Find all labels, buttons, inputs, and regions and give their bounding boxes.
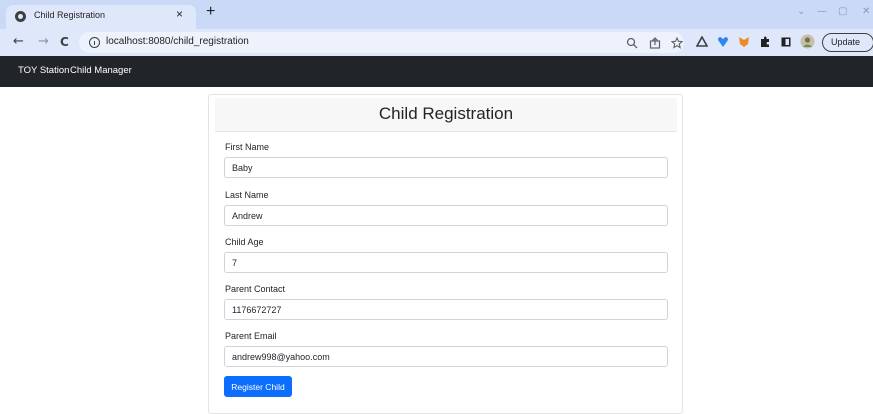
search-icon[interactable] bbox=[626, 37, 638, 49]
child-age-label: Child Age bbox=[225, 237, 264, 247]
navbar-brand[interactable]: TOY Station bbox=[18, 65, 69, 76]
nav-link-child-manager[interactable]: Child Manager bbox=[70, 65, 132, 76]
tab-search-icon[interactable]: ⌄ bbox=[797, 6, 805, 17]
forward-icon[interactable]: → bbox=[38, 34, 49, 50]
child-age-field[interactable] bbox=[224, 252, 668, 273]
registration-card: Child Registration First Name Last Name … bbox=[208, 94, 683, 414]
last-name-field[interactable] bbox=[224, 205, 668, 226]
parent-email-field[interactable] bbox=[224, 346, 668, 367]
update-label: Update bbox=[831, 37, 861, 47]
new-tab-icon[interactable]: + bbox=[206, 3, 215, 21]
fox-extension-icon[interactable] bbox=[738, 36, 750, 48]
browser-tab[interactable]: Child Registration × bbox=[6, 5, 196, 29]
url-text[interactable]: localhost:8080/child_registration bbox=[106, 36, 249, 47]
first-name-field[interactable] bbox=[224, 157, 668, 178]
heart-extension-icon[interactable] bbox=[717, 36, 729, 48]
minimize-icon[interactable]: — bbox=[817, 6, 827, 17]
parent-contact-field[interactable] bbox=[224, 299, 668, 320]
browser-toolbar: ← → C localhost:8080/child_registration … bbox=[0, 29, 873, 56]
star-icon[interactable] bbox=[671, 37, 683, 49]
parent-contact-label: Parent Contact bbox=[225, 284, 286, 294]
globe-icon bbox=[15, 11, 26, 22]
parent-email-label: Parent Email bbox=[225, 331, 277, 341]
sidepanel-icon[interactable] bbox=[780, 36, 792, 48]
avatar-icon[interactable] bbox=[800, 34, 815, 49]
back-icon[interactable]: ← bbox=[13, 34, 24, 50]
first-name-label: First Name bbox=[225, 142, 270, 152]
browser-tab-bar: Child Registration × + ⌄ — ▢ ✕ bbox=[0, 0, 873, 29]
card-header: Child Registration bbox=[215, 98, 677, 132]
register-child-button[interactable]: Register Child bbox=[224, 376, 292, 397]
close-window-icon[interactable]: ✕ bbox=[862, 6, 870, 17]
triangle-extension-icon[interactable] bbox=[696, 36, 708, 48]
tab-title: Child Registration bbox=[34, 10, 106, 20]
maximize-icon[interactable]: ▢ bbox=[838, 6, 847, 17]
tab-close-icon[interactable]: × bbox=[176, 7, 183, 21]
update-button[interactable]: Update bbox=[822, 33, 873, 52]
page-title: Child Registration bbox=[378, 104, 514, 123]
address-bar[interactable]: localhost:8080/child_registration bbox=[79, 32, 684, 53]
last-name-label: Last Name bbox=[225, 190, 269, 200]
app-navbar: TOY Station Child Manager bbox=[0, 56, 873, 87]
share-icon[interactable] bbox=[649, 37, 661, 49]
puzzle-icon[interactable] bbox=[759, 36, 771, 48]
reload-icon[interactable]: C bbox=[60, 34, 69, 50]
info-icon[interactable] bbox=[89, 37, 100, 48]
